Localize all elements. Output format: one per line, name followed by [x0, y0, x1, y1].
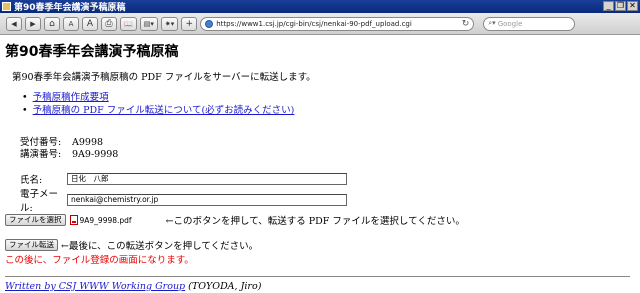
bookmarks-button[interactable]: 📖: [120, 16, 137, 31]
browser-toolbar: ◀ ▶ ⌂ A A ⎙ 📖 ▤▾ ✷▾ + https://www1.csj.j…: [0, 13, 640, 35]
registration-info: 受付番号: A9998 講演番号: 9A9-9998: [20, 137, 118, 161]
back-button[interactable]: ◀: [6, 16, 22, 31]
page-content: 第90春季年会講演予稿原稿 第90春季年会講演予稿原稿の PDF ファイルをサー…: [0, 36, 640, 293]
name-field[interactable]: 日化 八郎: [67, 173, 347, 185]
home-button[interactable]: ⌂: [44, 16, 60, 31]
window-controls: _ ❐ ✕: [603, 1, 638, 11]
lecture-number-value: 9A9-9998: [72, 149, 119, 160]
text-smaller-button[interactable]: A: [63, 16, 79, 31]
file-select-note: ←このボタンを押して、転送する PDF ファイルを選択してください。: [165, 216, 465, 227]
name-row: 氏名: 日化 八郎: [20, 172, 347, 186]
footer-link[interactable]: Written by CSJ WWW Working Group: [5, 281, 185, 292]
forward-button[interactable]: ▶: [25, 16, 41, 31]
list-item: 予稿原稿作成要項: [22, 91, 294, 104]
name-label: 氏名:: [20, 175, 43, 186]
reception-number-value: A9998: [72, 137, 104, 148]
print-button[interactable]: ⎙: [101, 16, 117, 31]
file-select-row: ファイルを選択 9A9_9998.pdf ←このボタンを押して、転送する PDF…: [5, 213, 465, 227]
address-bar[interactable]: https://www1.csj.jp/cgi-bin/csj/nenkai-9…: [200, 16, 475, 31]
submit-row: ファイル転送 ←最後に、この転送ボタンを押してください。: [5, 238, 258, 252]
settings-menu-button[interactable]: ✷▾: [160, 16, 179, 31]
selected-file-name: 9A9_9998.pdf: [79, 215, 132, 225]
page-title: 第90春季年会講演予稿原稿: [5, 44, 179, 60]
window-title: 第90春季年会講演予稿原稿: [14, 3, 126, 13]
lecture-number-label: 講演番号:: [20, 149, 62, 160]
pdf-file-icon: [69, 215, 78, 225]
pdf-transfer-info-link[interactable]: 予稿原稿の PDF ファイル転送について(必ずお読みください): [33, 105, 295, 116]
footer-author: (TOYODA, Jiro): [185, 281, 262, 292]
add-bookmark-button[interactable]: +: [181, 16, 198, 31]
email-label: 電子メール:: [20, 189, 59, 214]
window-title-bar: 第90春季年会講演予稿原稿 _ ❐ ✕: [0, 0, 640, 13]
restore-button[interactable]: ❐: [615, 1, 626, 11]
search-placeholder: Google: [497, 19, 523, 28]
app-icon: [2, 2, 11, 11]
footer-divider: [5, 276, 630, 277]
email-row: 電子メール: nenkai@chemistry.or.jp: [20, 186, 347, 214]
manuscript-guide-link[interactable]: 予稿原稿作成要項: [33, 92, 109, 103]
url-text[interactable]: https://www1.csj.jp/cgi-bin/csj/nenkai-9…: [216, 20, 458, 28]
close-button[interactable]: ✕: [627, 1, 638, 11]
guide-links: 予稿原稿作成要項 予稿原稿の PDF ファイル転送について(必ずお読みください): [22, 91, 295, 117]
footer: Written by CSJ WWW Working Group (TOYODA…: [5, 281, 261, 292]
text-larger-button[interactable]: A: [82, 16, 98, 31]
email-field[interactable]: nenkai@chemistry.or.jp: [67, 194, 347, 206]
transfer-note: ←最後に、この転送ボタンを押してください。: [61, 241, 259, 252]
globe-icon: [205, 19, 214, 28]
list-item: 予稿原稿の PDF ファイル転送について(必ずお読みください): [22, 104, 295, 117]
choose-file-button[interactable]: ファイルを選択: [5, 214, 66, 226]
refresh-icon[interactable]: ↻: [462, 19, 470, 29]
search-box[interactable]: ⌕▾ Google: [483, 16, 576, 31]
intro-text: 第90春季年会講演予稿原稿の PDF ファイルをサーバーに転送します。: [12, 72, 316, 83]
page-menu-button[interactable]: ▤▾: [139, 16, 158, 31]
registration-notice: この後に、ファイル登録の画面になります。: [5, 255, 194, 266]
reception-number-label: 受付番号:: [20, 137, 62, 148]
minimize-button[interactable]: _: [603, 1, 614, 11]
search-icon: ⌕▾: [488, 19, 496, 27]
file-transfer-button[interactable]: ファイル転送: [5, 239, 58, 251]
